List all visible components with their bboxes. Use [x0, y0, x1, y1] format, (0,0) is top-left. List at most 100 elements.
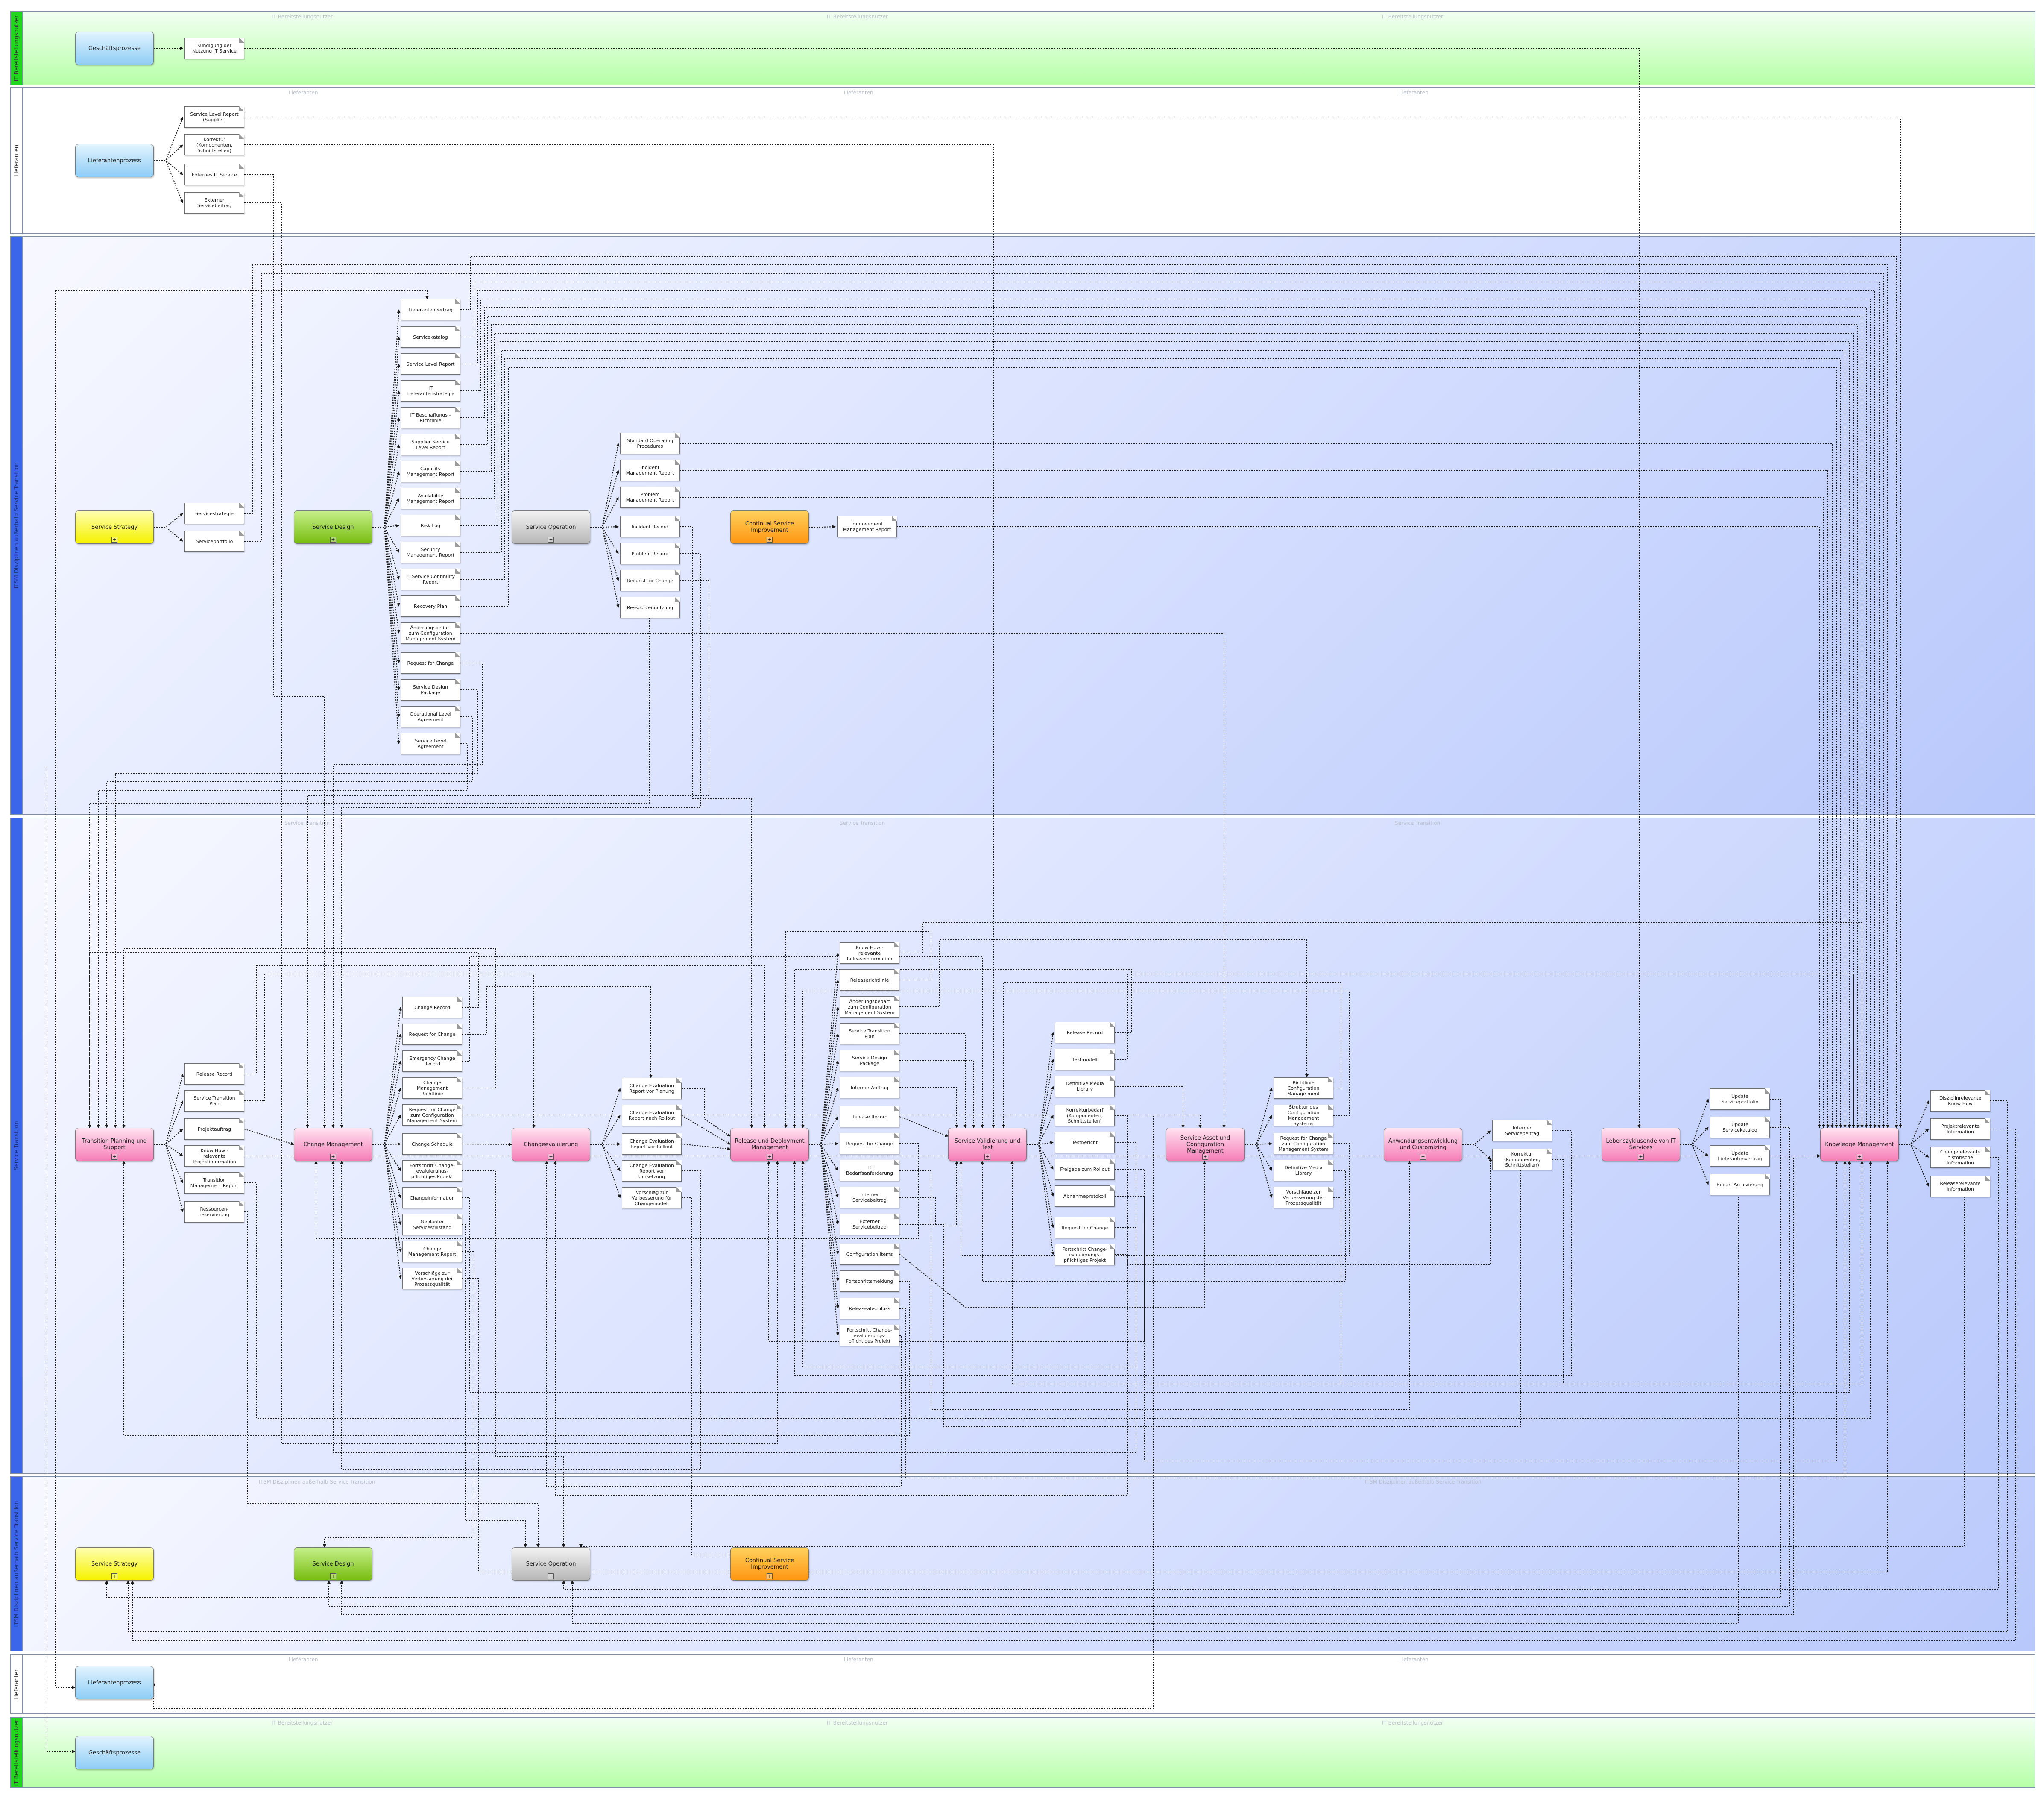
doc-rfc-cms[interactable]: Request for Change zum Configuration Man…: [402, 1104, 462, 1126]
expand-icon[interactable]: +: [111, 1154, 117, 1160]
doc-it-lieferantenstrategie[interactable]: IT Lieferantenstrategie: [401, 380, 460, 402]
doc-know-how-tp[interactable]: Know How - relevante Projektinformation: [184, 1145, 244, 1167]
doc-vorschlag-changemodell[interactable]: Vorschlag zur Verbesserung für Changemod…: [622, 1187, 682, 1208]
doc-release-record-rd[interactable]: Release Record: [840, 1106, 899, 1127]
doc-cm-richtlinie[interactable]: Change Management Richtlinie: [402, 1077, 462, 1099]
doc-vorschlaege-cm[interactable]: Vorschläge zur Verbesserung der Prozessq…: [402, 1268, 462, 1289]
doc-kuendigung[interactable]: Kündigung der Nutzung IT Service: [184, 38, 244, 59]
expand-icon[interactable]: +: [330, 1573, 336, 1579]
doc-sdp-sd[interactable]: Service Design Package: [401, 679, 460, 701]
doc-testbericht[interactable]: Testbericht: [1055, 1132, 1115, 1153]
doc-rfc-rd[interactable]: Request for Change: [840, 1133, 899, 1154]
doc-update-serviceportfolio[interactable]: Update Serviceportfolio: [1710, 1088, 1770, 1110]
process-geschaeftsprozesse-bottom[interactable]: Geschäftsprozesse: [75, 1736, 154, 1769]
doc-releaseabschluss[interactable]: Releaseabschluss: [840, 1298, 899, 1319]
doc-aenderungsbedarf-cms-sd[interactable]: Änderungsbedarf zum Configuration Manage…: [401, 622, 460, 644]
expand-icon[interactable]: +: [111, 1573, 117, 1579]
doc-lieferantenvertrag[interactable]: Lieferantenvertrag: [401, 299, 460, 320]
doc-ola[interactable]: Operational Level Agreement: [401, 706, 460, 727]
expand-icon[interactable]: +: [548, 1573, 554, 1579]
process-lieferantenprozess-top[interactable]: Lieferantenprozess: [75, 144, 154, 177]
doc-dml-sv[interactable]: Definitive Media Library: [1055, 1076, 1115, 1097]
doc-disziplinrelevante[interactable]: Disziplinrelevante Know How: [1930, 1090, 1990, 1112]
doc-cm-report[interactable]: Change Management Report: [402, 1241, 462, 1262]
process-transition-planning[interactable]: Transition Planning und Support +: [75, 1128, 154, 1161]
process-lebenszyklusende[interactable]: Lebenszyklusende von IT Services +: [1602, 1128, 1680, 1161]
doc-korrektur-supplier[interactable]: Korrektur (Komponenten, Schnittstellen): [184, 134, 244, 155]
process-anwendungsentwicklung[interactable]: Anwendungsentwicklung und Customizing +: [1384, 1128, 1462, 1161]
doc-freigabe-rollout[interactable]: Freigabe zum Rollout: [1055, 1159, 1115, 1180]
doc-korrekturbedarf[interactable]: Korrekturbedarf (Komponenten, Schnittste…: [1055, 1105, 1115, 1126]
expand-icon[interactable]: +: [767, 1154, 773, 1160]
expand-icon[interactable]: +: [767, 1573, 773, 1579]
doc-sl-report-supplier[interactable]: Service Level Report (Supplier): [184, 106, 244, 128]
doc-sop[interactable]: Standard Operating Procedures: [620, 433, 680, 454]
expand-icon[interactable]: +: [1202, 1154, 1208, 1160]
doc-capacity-report[interactable]: Capacity Management Report: [401, 461, 460, 482]
doc-fortschrittsmeldung[interactable]: Fortschrittsmeldung: [840, 1270, 899, 1292]
doc-configuration-items[interactable]: Configuration Items: [840, 1244, 899, 1265]
doc-rfc-sv[interactable]: Request for Change: [1055, 1217, 1115, 1238]
process-service-strategy-top[interactable]: Service Strategy +: [75, 510, 154, 544]
doc-geplanter-servicestillstand[interactable]: Geplanter Servicestillstand: [402, 1214, 462, 1235]
doc-serviceportfolio[interactable]: Serviceportfolio: [184, 531, 244, 552]
process-csi-bottom[interactable]: Continual Service Improvement +: [730, 1547, 809, 1581]
doc-risk-log[interactable]: Risk Log: [401, 515, 460, 536]
expand-icon[interactable]: +: [1420, 1154, 1426, 1160]
doc-projektrelevante[interactable]: Projektrelevante Information: [1930, 1118, 1990, 1140]
doc-service-level-report[interactable]: Service Level Report: [401, 353, 460, 375]
expand-icon[interactable]: +: [1638, 1154, 1644, 1160]
doc-cer-nach-rollout[interactable]: Change Evaluation Report nach Rollout: [622, 1105, 682, 1126]
expand-icon[interactable]: +: [330, 537, 336, 543]
doc-vorschlaege-sa[interactable]: Vorschläge zur Verbesserung der Prozessq…: [1274, 1187, 1333, 1208]
doc-sdp-rd[interactable]: Service Design Package: [840, 1050, 899, 1071]
doc-sla[interactable]: Service Level Agreement: [401, 733, 460, 754]
process-changeevaluierung[interactable]: Changeevaluierung +: [512, 1128, 590, 1161]
doc-improvement-report[interactable]: Improvement Management Report: [837, 516, 897, 537]
doc-abnahmeprotokoll[interactable]: Abnahmeprotokoll: [1055, 1185, 1115, 1207]
doc-interner-servicebeitrag[interactable]: Interner Servicebeitrag: [1492, 1120, 1552, 1141]
process-release-deployment[interactable]: Release und Deployment Management +: [730, 1128, 809, 1161]
doc-projektauftrag[interactable]: Projektauftrag: [184, 1118, 244, 1140]
doc-interner-servicebeitrag-rd[interactable]: Interner Servicebeitrag: [840, 1187, 899, 1208]
doc-changerelevante[interactable]: Changerelevante historische Information: [1930, 1147, 1990, 1168]
doc-ressourcennutzung[interactable]: Ressourcennutzung: [620, 597, 680, 618]
process-geschaeftsprozesse-top[interactable]: Geschäftsprozesse: [75, 32, 154, 65]
process-service-operation-bottom[interactable]: Service Operation +: [512, 1547, 590, 1581]
process-service-validierung[interactable]: Service Validierung und Test +: [948, 1128, 1027, 1161]
doc-incident-mgmt-report[interactable]: Incident Management Report: [620, 460, 680, 481]
process-service-operation-top[interactable]: Service Operation +: [512, 510, 590, 544]
doc-testmodell[interactable]: Testmodell: [1055, 1049, 1115, 1070]
doc-servicekatalog[interactable]: Servicekatalog: [401, 326, 460, 348]
process-csi-top[interactable]: Continual Service Improvement +: [730, 510, 809, 544]
doc-it-bedarfsanforderung[interactable]: IT Bedarfsanforderung: [840, 1160, 899, 1181]
doc-interner-auftrag[interactable]: Interner Auftrag: [840, 1077, 899, 1098]
doc-stp-rd[interactable]: Service Transition Plan: [840, 1023, 899, 1044]
doc-fortschritt-change-sv[interactable]: Fortschritt Change-evaluierungs-pflichti…: [1055, 1244, 1115, 1265]
expand-icon[interactable]: +: [984, 1154, 990, 1160]
doc-rfc-sd[interactable]: Request for Change: [401, 652, 460, 674]
doc-update-lieferantenvertrag[interactable]: Update Lieferantenvertrag: [1710, 1145, 1770, 1167]
doc-externer-it-service[interactable]: Externes IT Service: [184, 164, 244, 185]
process-service-design-top[interactable]: Service Design +: [294, 510, 372, 544]
expand-icon[interactable]: +: [330, 1154, 336, 1160]
doc-changeinformation[interactable]: Changeinformation: [402, 1187, 462, 1208]
expand-icon[interactable]: +: [111, 537, 117, 543]
doc-releaserelevante[interactable]: Releaserelevante Information: [1930, 1176, 1990, 1197]
doc-emergency-change[interactable]: Emergency Change Record: [402, 1050, 462, 1072]
doc-update-servicekatalog[interactable]: Update Servicekatalog: [1710, 1117, 1770, 1138]
doc-incident-record[interactable]: Incident Record: [620, 516, 680, 537]
doc-stp-tp[interactable]: Service Transition Plan: [184, 1090, 244, 1112]
doc-supplier-sl-report[interactable]: Supplier Service Level Report: [401, 434, 460, 455]
doc-cer-planung[interactable]: Change Evaluation Report vor Planung: [622, 1078, 682, 1099]
expand-icon[interactable]: +: [1857, 1154, 1862, 1160]
doc-cer-vor-umsetzung[interactable]: Change Evaluation Report vor Umsetzung: [622, 1160, 682, 1182]
doc-aenderungsbedarf-cms-rd[interactable]: Änderungsbedarf zum Configuration Manage…: [840, 996, 899, 1018]
doc-releaserichtlinie[interactable]: Releaserichtlinie: [840, 969, 899, 991]
doc-availability-report[interactable]: Availability Management Report: [401, 488, 460, 509]
doc-security-report[interactable]: Security Management Report: [401, 542, 460, 563]
doc-transition-mgmt-report[interactable]: Transition Management Report: [184, 1172, 244, 1194]
doc-fortschritt-change-rd[interactable]: Fortschritt Change-evaluierungs-pflichti…: [840, 1325, 899, 1346]
doc-release-record-tp[interactable]: Release Record: [184, 1063, 244, 1085]
doc-problem-mgmt-report[interactable]: Problem Management Report: [620, 487, 680, 508]
